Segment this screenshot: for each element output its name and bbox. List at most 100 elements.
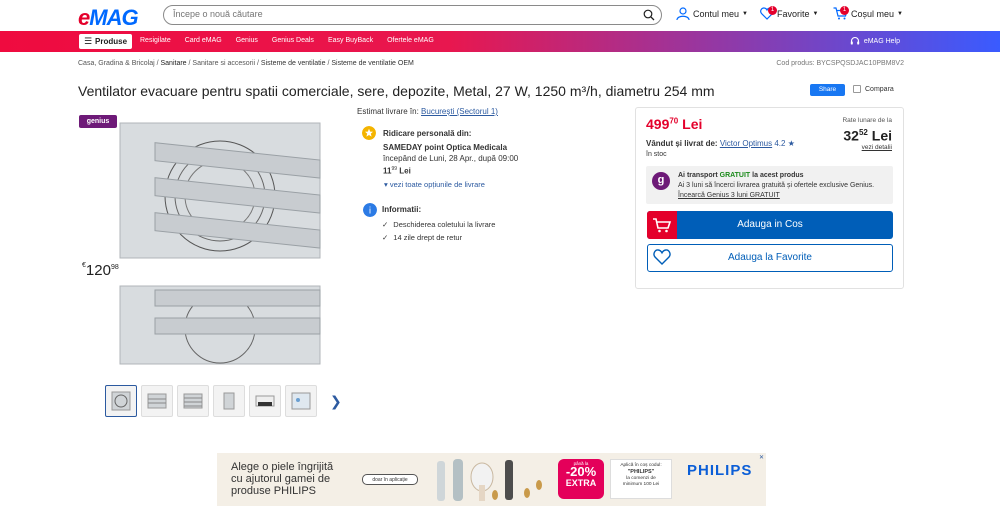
emag-logo[interactable]: eMAG xyxy=(78,5,139,31)
thumbnail-image xyxy=(183,393,203,409)
genius-line1: Ai transport GRATUIT la acest produs xyxy=(678,171,874,181)
thumbnail[interactable] xyxy=(141,385,173,417)
breadcrumb-item[interactable]: Sisteme de ventilatie OEM xyxy=(331,60,413,67)
breadcrumb-item[interactable]: Sisteme de ventilatie xyxy=(261,60,326,67)
thumbnail[interactable] xyxy=(285,385,317,417)
heart-icon xyxy=(653,249,671,265)
nav-link-genius[interactable]: Genius xyxy=(236,37,258,44)
price: 49970 Lei xyxy=(646,116,702,132)
chevron-down-icon: ▼ xyxy=(897,10,903,17)
top-header: eMAG Contul meu ▼ Favorite ▼ 1 Coșul meu… xyxy=(0,0,1000,31)
svg-text:i: i xyxy=(369,207,372,217)
philips-logo: PHILIPS xyxy=(687,462,753,479)
genius-line1-b: la acest produs xyxy=(752,172,804,179)
share-label: Share xyxy=(818,86,837,93)
estimate-location-link[interactable]: București (Sectorul 1) xyxy=(421,107,498,116)
promo-code-box: Aplică în coș codul: "PHILIPS" la comenz… xyxy=(610,459,672,499)
thumbnail-image xyxy=(111,391,131,411)
account-menu[interactable]: Contul meu ▼ xyxy=(676,7,748,20)
account-label: Contul meu xyxy=(693,8,740,19)
add-to-favorites-button[interactable]: Adauga la Favorite xyxy=(647,244,893,272)
thumbnail[interactable] xyxy=(213,385,245,417)
breadcrumb-item[interactable]: Sanitare xyxy=(161,60,187,67)
star-badge-icon xyxy=(362,126,376,140)
products-label: Produse xyxy=(95,37,128,46)
info-item-label: 14 zile drept de retur xyxy=(393,233,463,242)
compare-checkbox[interactable]: Compara xyxy=(853,85,894,93)
chevron-down-icon: ▼ xyxy=(742,10,748,17)
seller-link[interactable]: Victor Optimus xyxy=(720,139,772,148)
pickup-from: începând de Luni, 28 Apr., după 09:00 xyxy=(383,154,519,163)
search-icon[interactable] xyxy=(643,9,655,21)
nav-links: Resigilate Card eMAG Genius Genius Deals… xyxy=(140,37,448,44)
nav-link-card-emag[interactable]: Card eMAG xyxy=(185,37,222,44)
ad-text-line: produse PHILIPS xyxy=(231,485,316,497)
logo-e: e xyxy=(78,5,90,30)
nav-link-ofertele[interactable]: Ofertele eMAG xyxy=(387,37,434,44)
seller-rating: 4.2 xyxy=(774,139,786,148)
ad-text: Alege o piele îngrijită cu ajutorul game… xyxy=(231,461,333,497)
pickup-currency: Lei xyxy=(399,166,411,176)
info-item: ✓ Deschiderea coletului la livrare xyxy=(382,220,495,229)
add-to-cart-label: Adauga in Cos xyxy=(737,219,803,230)
ad-text-line: cu ajutorul gamei de xyxy=(231,473,331,485)
more-options-label: vezi toate opțiunile de livrare xyxy=(389,180,485,189)
product-title: Ventilator evacuare pentru spatii comerc… xyxy=(78,83,715,99)
old-price-int: 120 xyxy=(85,262,111,279)
price-int: 499 xyxy=(646,116,670,132)
favorites-label: Favorite xyxy=(777,8,810,19)
rate-details-link[interactable]: vezi detalii xyxy=(862,144,892,151)
ad-products-image xyxy=(437,459,542,501)
add-to-cart-button[interactable]: Adauga in Cos xyxy=(647,211,893,239)
genius-free: GRATUIT xyxy=(719,172,751,179)
cart-label: Coșul meu xyxy=(851,8,895,19)
thumbnail[interactable] xyxy=(249,385,281,417)
info-item-label: Deschiderea coletului la livrare xyxy=(393,220,496,229)
genius-line1-a: Ai transport xyxy=(678,172,718,179)
hamburger-icon: ☰ xyxy=(83,36,93,46)
main-nav: ☰ Produse Resigilate Card eMAG Genius Ge… xyxy=(0,31,1000,52)
genius-line2: Ai 3 luni să încerci livrarea gratuită ș… xyxy=(678,182,875,189)
info-item: ✓ 14 zile drept de retur xyxy=(382,233,495,242)
pickup-price-dec: 99 xyxy=(391,166,398,172)
philips-ad-banner[interactable]: Alege o piele îngrijită cu ajutorul game… xyxy=(217,453,766,506)
thumbnail[interactable] xyxy=(177,385,209,417)
more-delivery-options-link[interactable]: ▾ vezi toate opțiunile de livrare xyxy=(384,180,485,189)
app-only-badge: doar în aplicație xyxy=(362,474,418,485)
star-icon: ★ xyxy=(787,139,795,148)
genius-g-icon: g xyxy=(652,172,670,190)
check-icon: ✓ xyxy=(382,220,389,229)
cart-icon xyxy=(647,211,677,239)
breadcrumb: Casa, Gradina & Bricolaj / Sanitare / Sa… xyxy=(78,60,414,67)
thumbnail[interactable] xyxy=(105,385,137,417)
genius-promo: g Ai transport GRATUIT la acest produs A… xyxy=(646,166,893,204)
user-icon xyxy=(676,7,690,20)
logo-mag: MAG xyxy=(89,5,138,30)
thumbnail-strip xyxy=(105,385,317,417)
help-link[interactable]: eMAG Help xyxy=(850,36,900,46)
search-bar[interactable] xyxy=(163,5,662,25)
rate-dec: 52 xyxy=(858,128,868,137)
pickup-info: Ridicare personală din: SAMEDAY point Op… xyxy=(383,128,518,177)
nav-link-genius-deals[interactable]: Genius Deals xyxy=(272,37,314,44)
search-input[interactable] xyxy=(173,9,613,19)
nav-link-easy-buyback[interactable]: Easy BuyBack xyxy=(328,37,373,44)
pickup-point: SAMEDAY point Optica Medicala xyxy=(383,143,508,152)
close-icon[interactable]: ✕ xyxy=(759,454,764,461)
chevron-right-icon[interactable]: ❯ xyxy=(330,393,342,410)
nav-link-resigilate[interactable]: Resigilate xyxy=(140,37,171,44)
breadcrumb-item[interactable]: Sanitare si accesorii xyxy=(192,60,255,67)
breadcrumb-item[interactable]: Casa, Gradina & Bricolaj xyxy=(78,60,155,67)
seller-info: Vândut și livrat de: Victor Optimus 4.2 … xyxy=(646,139,795,148)
price-currency: Lei xyxy=(682,116,703,132)
products-menu-button[interactable]: ☰ Produse xyxy=(79,34,132,49)
discount-value: -20% xyxy=(565,464,597,479)
product-main-image[interactable] xyxy=(110,118,325,373)
facebook-share-button[interactable]: Share xyxy=(810,84,845,96)
old-price: €12098 xyxy=(82,262,119,279)
thumbnail-image xyxy=(147,393,167,409)
genius-try-link[interactable]: Încearcă Genius 3 luni GRATUIT xyxy=(678,192,780,199)
promo-code: "PHILIPS" xyxy=(627,469,655,475)
stock-status: în stoc xyxy=(646,151,667,158)
rate-currency: Lei xyxy=(871,127,892,144)
